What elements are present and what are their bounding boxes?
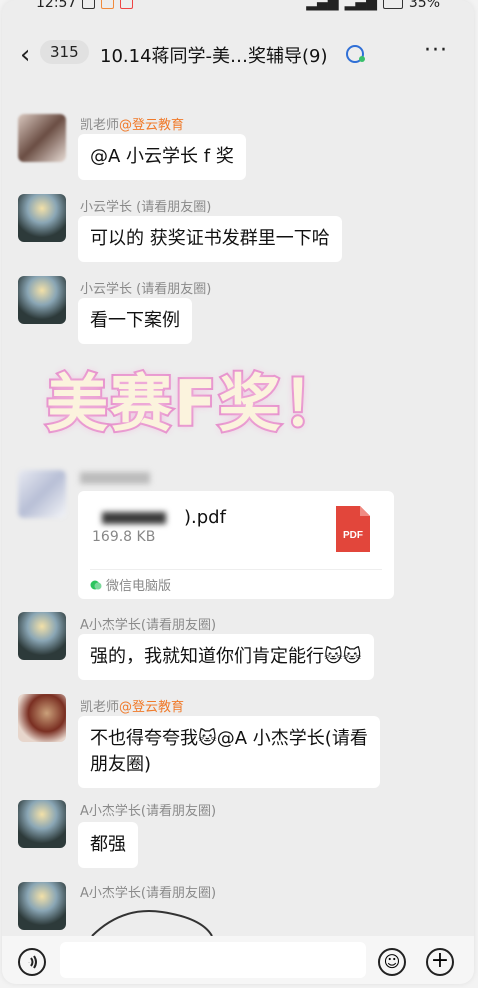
unread-count-badge[interactable]: 315	[40, 40, 89, 64]
voice-input-icon[interactable]	[18, 948, 46, 976]
app-notification-icon	[101, 0, 115, 9]
sender-label: 凯老师	[80, 700, 120, 715]
avatar[interactable]	[18, 194, 66, 242]
message-line: 不也得夸夸我🐱@A 小杰学长(请看	[90, 728, 368, 749]
avatar[interactable]	[18, 612, 66, 660]
message-bubble[interactable]: 可以的 获奖证书发群里一下哈	[78, 216, 342, 262]
file-extension: ).pdf	[184, 507, 226, 528]
sender-org: @登云教育	[119, 700, 185, 715]
message-bubble[interactable]: @A 小云学长 f 奖	[78, 134, 246, 180]
overlay-caption: 美赛F奖！	[44, 365, 347, 442]
voice-room-icon[interactable]	[345, 44, 367, 64]
sticker-partial[interactable]	[82, 906, 222, 936]
avatar[interactable]	[18, 882, 66, 930]
sender-name: 凯老师@登云教育	[80, 696, 184, 715]
file-source-label: 微信电脑版	[106, 579, 172, 594]
more-icon[interactable]: ···	[424, 38, 448, 63]
signal-icon: ▂▄▆	[306, 0, 339, 11]
phone-frame: 12:57 ▂▄▆ ▂▄▆ 35% ‹ 315 10.14蒋同学-美…奖辅导(9…	[2, 0, 474, 984]
file-card[interactable]: ).pdf 169.8 KB PDF 微信电脑版	[78, 491, 394, 599]
input-bar: ☺ +	[2, 936, 474, 984]
app-notification-icon-2	[120, 0, 134, 9]
file-source: 微信电脑版	[90, 575, 171, 594]
sender-name: 小云学长 (请看朋友圈)	[80, 200, 212, 215]
sender-name-blurred	[80, 472, 150, 484]
sender-name: A小杰学长(请看朋友圈)	[80, 618, 217, 633]
message-bubble[interactable]: 看一下案例	[78, 298, 192, 344]
chat-header: ‹ 315 10.14蒋同学-美…奖辅导(9) ···	[2, 28, 474, 80]
message-bubble[interactable]: 不也得夸夸我🐱@A 小杰学长(请看 朋友圈)	[78, 716, 380, 788]
pdf-icon-label: PDF	[343, 530, 363, 541]
status-bar: 12:57 ▂▄▆ ▂▄▆ 35%	[2, 0, 474, 22]
sender-name: 凯老师@登云教育	[80, 114, 184, 133]
emoji-icon[interactable]: ☺	[378, 948, 406, 976]
back-icon[interactable]: ‹	[20, 40, 30, 70]
message-input[interactable]	[60, 942, 366, 978]
message-line: 朋友圈)	[90, 754, 152, 775]
sender-org: @登云教育	[119, 118, 185, 133]
message-bubble[interactable]: 都强	[78, 822, 138, 868]
notification-icon	[82, 0, 96, 9]
sender-name: 小云学长 (请看朋友圈)	[80, 282, 212, 297]
file-size: 169.8 KB	[92, 529, 156, 545]
wechat-icon	[90, 580, 102, 589]
sender-label: 凯老师	[80, 118, 120, 133]
avatar[interactable]	[18, 470, 66, 518]
pdf-file-icon: PDF	[336, 506, 370, 552]
redacted-file-name	[102, 512, 166, 524]
signal-icon-2: ▂▄▆	[344, 0, 377, 11]
file-card-divider	[90, 569, 382, 570]
status-time: 12:57	[36, 0, 77, 11]
avatar[interactable]	[18, 694, 66, 742]
message-bubble[interactable]: 强的，我就知道你们肯定能行🐱🐱	[78, 634, 374, 680]
avatar[interactable]	[18, 114, 66, 162]
sender-name: A小杰学长(请看朋友圈)	[80, 886, 217, 901]
avatar[interactable]	[18, 800, 66, 848]
battery-level: 35%	[408, 0, 440, 11]
sender-name: A小杰学长(请看朋友圈)	[80, 804, 217, 819]
plus-icon[interactable]: +	[426, 948, 454, 976]
avatar[interactable]	[18, 276, 66, 324]
file-name: ).pdf	[102, 507, 226, 528]
chat-title: 10.14蒋同学-美…奖辅导(9)	[100, 46, 328, 67]
battery-icon	[382, 0, 403, 9]
